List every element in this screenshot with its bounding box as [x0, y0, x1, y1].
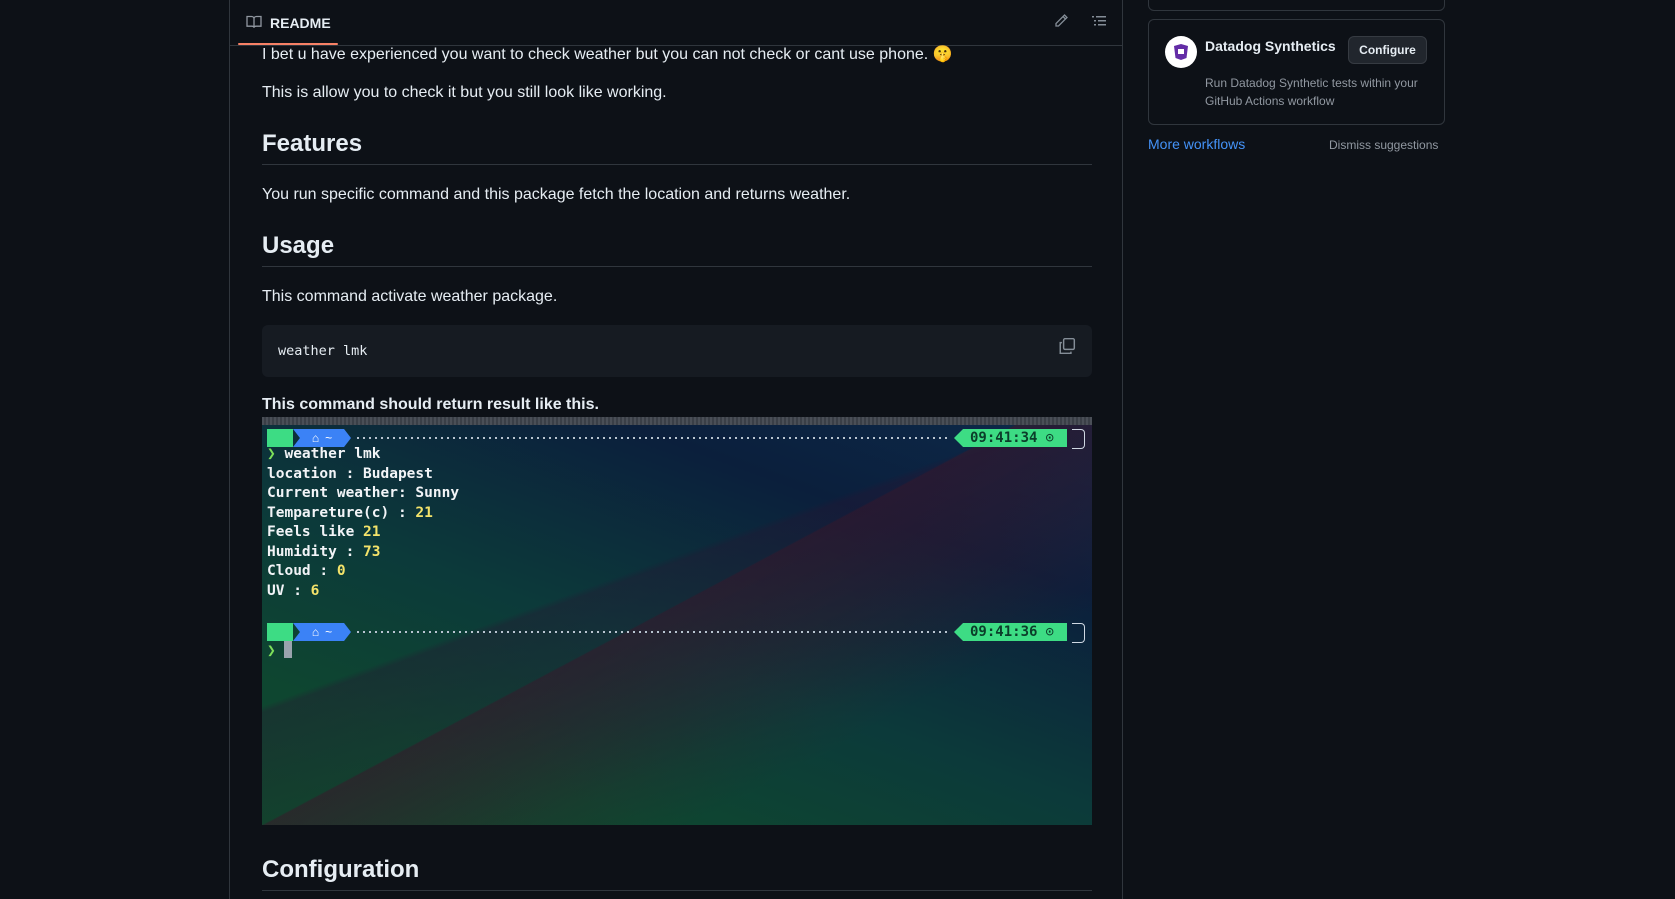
copy-icon: [1058, 337, 1076, 359]
workflow-title: Datadog Synthetics: [1205, 38, 1336, 54]
terminal-input-line: ❯: [267, 641, 293, 662]
datadog-logo-icon: [1165, 36, 1197, 68]
prompt-row-2: ⌂ ~ 09:41:36 ⊙: [267, 623, 1087, 643]
configuration-heading: Configuration: [262, 856, 1092, 891]
intro-paragraph-1: I bet u have experienced you want to che…: [262, 46, 953, 63]
prompt-time-2: 09:41:36: [970, 624, 1038, 640]
home-path: ~: [325, 625, 333, 639]
code-text: weather lmk: [278, 343, 368, 359]
result-paragraph: This command should return result like t…: [262, 396, 599, 413]
output-line: location : Budapest: [267, 465, 433, 482]
prompt-dots: [357, 631, 949, 633]
output-line: Tempareture(c) : 21: [267, 504, 433, 521]
terminal-output: ❯ weather lmk location : Budapest Curren…: [267, 445, 459, 601]
terminal-screenshot: ⌂ ~ 09:41:34 ⊙ ❯ weather lmk location : Bu…: [262, 417, 1092, 825]
sidebar-card-previous: [1148, 0, 1445, 11]
prompt-corner: [1072, 623, 1085, 643]
output-line: UV : 6: [267, 582, 320, 599]
outline-button[interactable]: [1088, 12, 1110, 34]
features-heading: Features: [262, 130, 1092, 165]
apple-icon: [267, 623, 293, 641]
code-block: weather lmk: [262, 325, 1092, 377]
pencil-icon: [1053, 13, 1069, 34]
readme-tab-label: README: [270, 15, 331, 31]
usage-heading: Usage: [262, 232, 1092, 267]
output-line: Cloud : 0: [267, 563, 346, 579]
prompt-chevron: ❯: [267, 446, 276, 462]
copy-button[interactable]: [1058, 337, 1078, 357]
prompt-chevron: ❯: [267, 643, 276, 659]
prompt-time-1: 09:41:34: [970, 430, 1038, 446]
clock-icon: ⊙: [1045, 430, 1054, 446]
dismiss-suggestions-link[interactable]: Dismiss suggestions: [1329, 138, 1438, 152]
book-icon: [246, 14, 262, 33]
workflow-suggestion-card: Datadog Synthetics Configure Run Datadog…: [1148, 19, 1445, 125]
list-icon: [1091, 13, 1107, 34]
readme-header: README: [230, 0, 1122, 46]
time-segment-2: 09:41:36 ⊙: [954, 623, 1067, 641]
usage-paragraph: This command activate weather package.: [262, 288, 558, 305]
prompt-dots: [357, 437, 949, 439]
terminal-cursor: [284, 641, 293, 658]
intro-paragraph-2: This is allow you to check it but you st…: [262, 84, 667, 101]
edit-button[interactable]: [1050, 12, 1072, 34]
features-paragraph: You run specific command and this packag…: [262, 186, 851, 203]
prompt-corner: [1072, 429, 1085, 449]
configure-button[interactable]: Configure: [1348, 36, 1427, 64]
more-workflows-link[interactable]: More workflows: [1148, 136, 1245, 152]
clock-icon: ⊙: [1045, 624, 1054, 640]
home-segment: ⌂ ~: [293, 623, 351, 641]
output-line: Current weather: Sunny: [267, 485, 460, 501]
readme-tab[interactable]: README: [246, 12, 331, 34]
workflow-description: Run Datadog Synthetic tests within your …: [1205, 76, 1418, 108]
command-text: weather lmk: [284, 446, 381, 462]
output-line: Feels like 21: [267, 524, 381, 540]
time-segment-1: 09:41:34 ⊙: [954, 429, 1067, 447]
command-line: ❯ weather lmk: [267, 445, 459, 465]
output-line: Humidity : 73: [267, 543, 381, 560]
terminal-topbar: [262, 417, 1092, 425]
